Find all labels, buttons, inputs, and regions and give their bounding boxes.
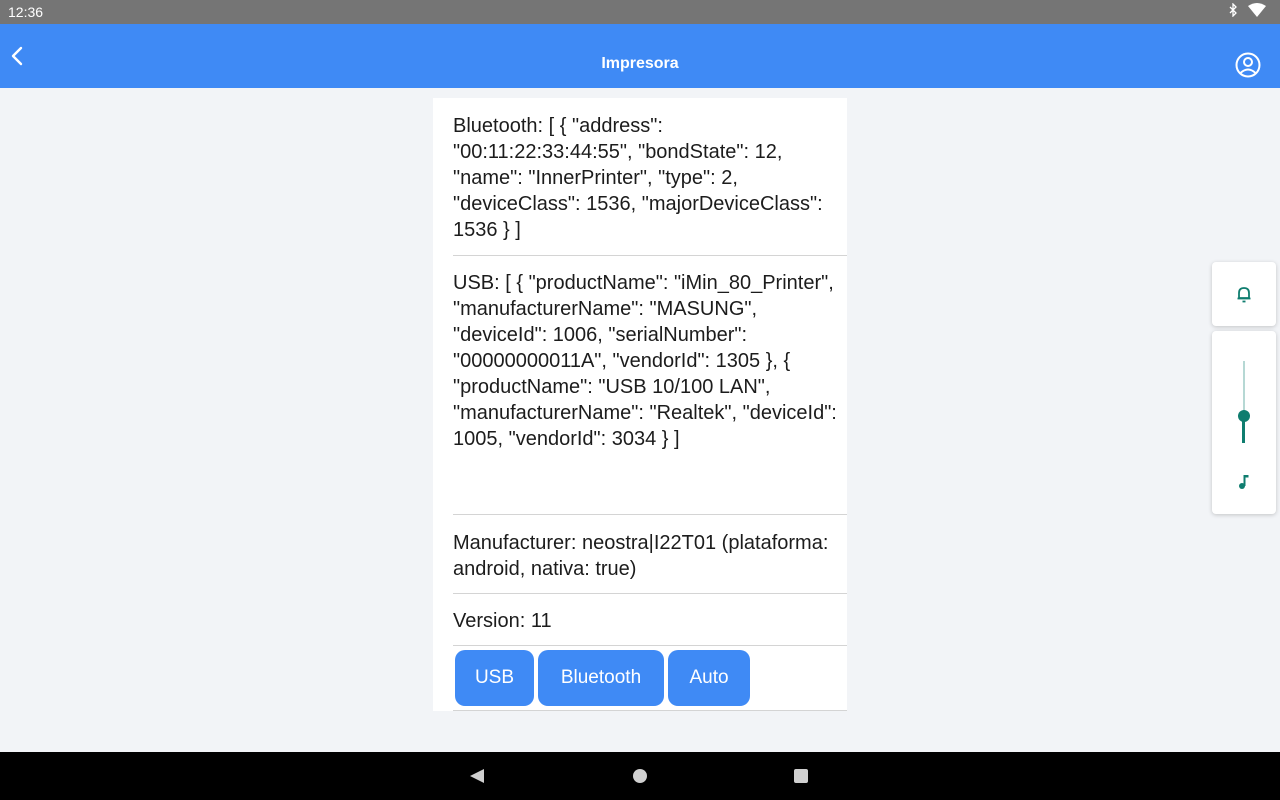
status-icons [1228,3,1266,17]
manufacturer-section: Manufacturer: neostra|I22T01 (plataforma… [453,530,847,594]
page-title: Impresora [601,55,679,72]
app-bar: Impresora [0,24,1280,88]
wifi-icon [1248,3,1266,17]
bell-icon[interactable] [1234,284,1254,304]
account-circle-icon[interactable] [1234,51,1262,79]
volume-slider-thumb[interactable] [1238,409,1250,422]
system-nav-bar [0,752,1280,800]
status-bar: 12:36 [0,0,1280,24]
status-time: 12:36 [8,4,44,20]
bluetooth-icon [1229,3,1237,17]
manufacturer-info: Manufacturer: neostra|I22T01 (plataforma… [453,532,834,580]
bluetooth-button[interactable]: Bluetooth [538,650,664,706]
nav-home-icon[interactable] [633,769,647,783]
ringer-mode-card [1212,262,1276,326]
usb-info: USB: [ { "productName": "iMin_80_Printer… [453,272,843,450]
printer-info-panel: Bluetooth: [ { "address": "00:11:22:33:4… [433,98,847,711]
nav-recents-icon[interactable] [794,769,808,783]
auto-button[interactable]: Auto [668,650,750,706]
version-info: Version: 11 [453,610,552,632]
bluetooth-info: Bluetooth: [ { "address": "00:11:22:33:4… [453,115,829,241]
version-section: Version: 11 [453,608,847,646]
music-note-icon [1239,475,1249,489]
usb-button[interactable]: USB [455,650,534,706]
connection-buttons: USB Bluetooth Auto [453,646,847,711]
usb-section: USB: [ { "productName": "iMin_80_Printer… [453,270,847,515]
bluetooth-section: Bluetooth: [ { "address": "00:11:22:33:4… [453,113,847,256]
nav-back-icon[interactable] [469,768,485,784]
media-volume-card [1212,331,1276,514]
